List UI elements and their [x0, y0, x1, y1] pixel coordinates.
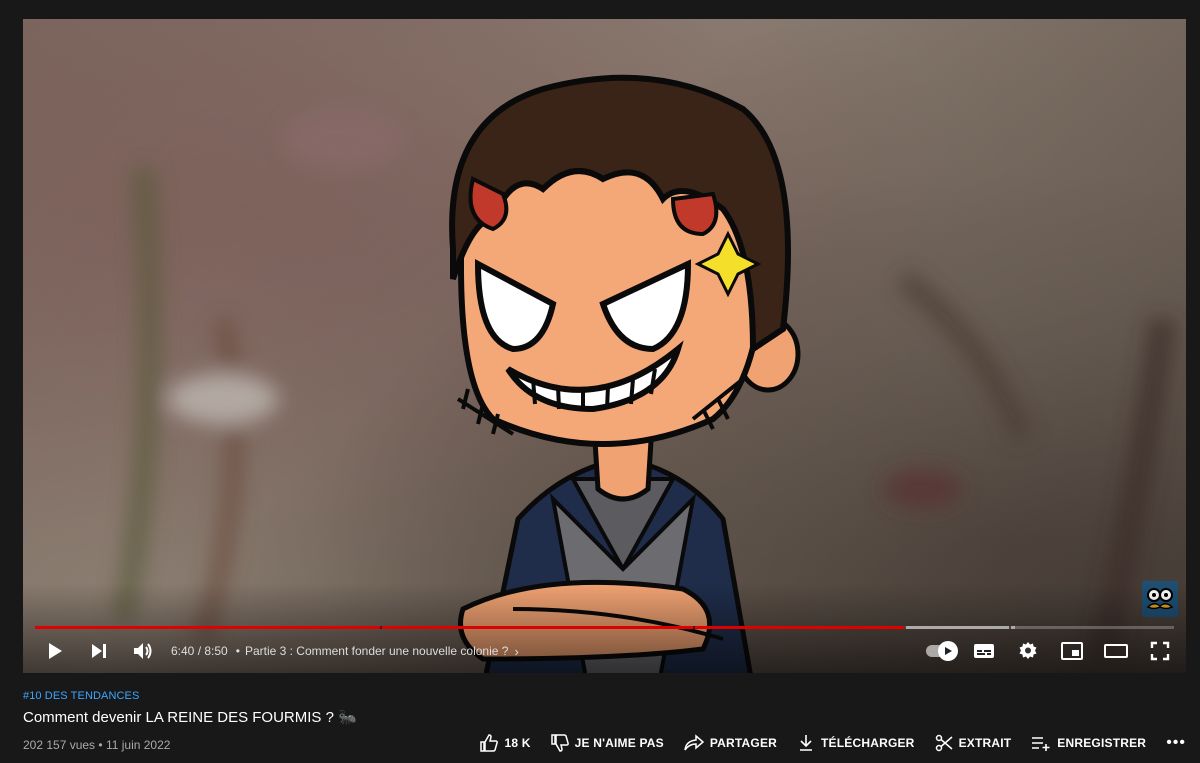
- trending-tag[interactable]: #10 DES TENDANCES: [23, 690, 139, 702]
- chapter-label: Partie 3 : Comment fonder une nouvelle c…: [244, 644, 509, 658]
- ant-emoji: 🐜: [338, 709, 357, 726]
- autoplay-track: [926, 641, 958, 661]
- save-label: ENREGISTRER: [1057, 736, 1147, 750]
- share-label: PARTAGER: [709, 736, 778, 750]
- time-current: 6:40: [171, 644, 195, 658]
- add-to-playlist-icon: [1032, 737, 1050, 751]
- miniplayer-button[interactable]: [1050, 629, 1094, 673]
- video-actions: 18 K JE N'AIME PAS PARTAGER TÉLÉCHARGER …: [460, 734, 1186, 752]
- fullscreen-button[interactable]: [1138, 629, 1182, 673]
- cartoon-character-illustration: [449, 74, 801, 673]
- like-button[interactable]: 18 K: [480, 734, 530, 752]
- settings-button[interactable]: [1006, 629, 1050, 673]
- time-separator: /: [194, 644, 205, 658]
- dislike-button[interactable]: JE N'AIME PAS: [550, 734, 664, 752]
- subtitles-icon: [974, 644, 994, 658]
- download-button[interactable]: TÉLÉCHARGER: [797, 734, 915, 752]
- thumbs-down-icon: [550, 734, 569, 752]
- view-count: 202 157 vues: [23, 738, 96, 752]
- scissors-icon: [935, 734, 953, 752]
- theater-mode-icon: [1104, 644, 1128, 658]
- time-total: 8:50: [204, 644, 228, 658]
- gear-icon: [1019, 642, 1037, 659]
- fullscreen-icon: [1150, 641, 1170, 661]
- subtitles-button[interactable]: [962, 629, 1006, 673]
- download-icon: [800, 735, 813, 751]
- time-display: 6:40 / 8:50: [171, 644, 228, 658]
- clip-button[interactable]: EXTRAIT: [935, 734, 1012, 752]
- play-button[interactable]: [33, 629, 77, 673]
- volume-button[interactable]: [121, 629, 165, 673]
- share-button[interactable]: PARTAGER: [684, 734, 777, 752]
- chevron-right-icon: ›: [514, 643, 519, 659]
- miniplayer-icon: [1061, 642, 1083, 660]
- meta-separator: •: [95, 738, 106, 752]
- video-player[interactable]: 6:40 / 8:50 • Partie 3 : Comment fonder …: [23, 19, 1186, 673]
- upload-date: 11 juin 2022: [105, 738, 171, 752]
- video-title-text: Comment devenir LA REINE DES FOURMIS ?: [23, 709, 334, 726]
- player-controls: 6:40 / 8:50 • Partie 3 : Comment fonder …: [23, 629, 1186, 673]
- download-label: TÉLÉCHARGER: [821, 736, 915, 750]
- video-meta: 202 157 vues • 11 juin 2022: [23, 738, 170, 752]
- theater-mode-button[interactable]: [1094, 629, 1138, 673]
- chapter-title-button[interactable]: • Partie 3 : Comment fonder une nouvelle…: [236, 644, 519, 659]
- save-button[interactable]: ENREGISTRER: [1031, 735, 1146, 751]
- clip-label: EXTRAIT: [958, 736, 1012, 750]
- autoplay-toggle[interactable]: [918, 629, 962, 673]
- share-icon: [684, 734, 704, 751]
- autoplay-toggle-icon: [938, 641, 958, 661]
- right-controls: [918, 629, 1182, 673]
- more-actions-button[interactable]: •••: [1166, 734, 1186, 752]
- thumbs-up-icon: [480, 734, 499, 752]
- next-button[interactable]: [77, 629, 121, 673]
- video-title: Comment devenir LA REINE DES FOURMIS ? 🐜: [23, 708, 357, 726]
- dislike-label: JE N'AIME PAS: [574, 736, 664, 750]
- next-icon: [92, 644, 106, 658]
- chapter-dot: •: [235, 644, 240, 658]
- play-icon: [49, 643, 62, 659]
- like-count: 18 K: [504, 736, 531, 750]
- volume-icon: [134, 643, 152, 659]
